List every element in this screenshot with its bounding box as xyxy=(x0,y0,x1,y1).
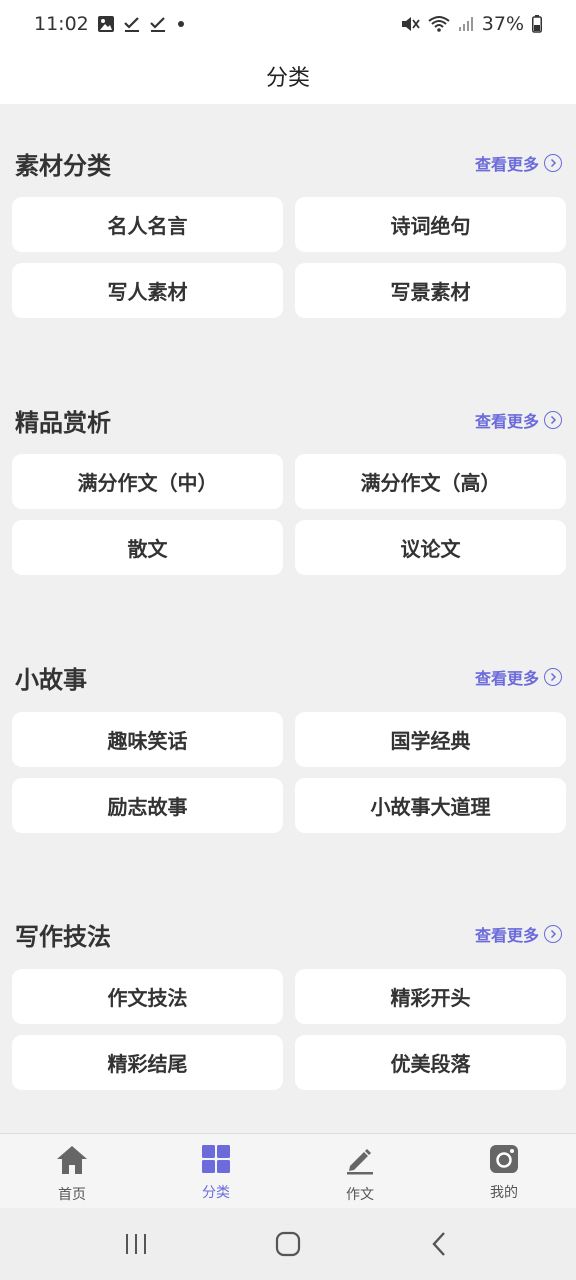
pen-icon xyxy=(344,1144,376,1180)
tab-label: 作文 xyxy=(346,1187,374,1203)
status-time: 11:02 xyxy=(34,13,89,35)
status-left: 11:02 xyxy=(34,13,187,35)
tab-label: 首页 xyxy=(58,1187,86,1203)
section-header: 写作技法 查看更多 xyxy=(0,914,576,954)
recent-apps-button[interactable] xyxy=(116,1224,156,1264)
section-title: 素材分类 xyxy=(15,151,111,180)
category-tile[interactable]: 满分作文（中） xyxy=(12,454,283,509)
category-tile[interactable]: 作文技法 xyxy=(12,969,283,1024)
home-icon xyxy=(55,1144,89,1180)
view-more-label: 查看更多 xyxy=(474,412,539,431)
tab-label: 分类 xyxy=(202,1185,230,1201)
status-bar: 11:02 37% xyxy=(0,0,576,48)
view-more-label: 查看更多 xyxy=(474,926,539,945)
category-tile[interactable]: 议论文 xyxy=(295,520,566,575)
signal-icon xyxy=(458,16,474,32)
tab-essay[interactable]: 作文 xyxy=(288,1134,432,1208)
category-tile[interactable]: 写景素材 xyxy=(295,263,566,318)
mute-icon xyxy=(400,15,420,33)
image-icon xyxy=(97,15,115,33)
section-title: 精品赏析 xyxy=(15,408,111,437)
check-icon xyxy=(123,15,141,33)
tab-label: 我的 xyxy=(490,1185,518,1201)
wifi-icon xyxy=(428,15,450,33)
view-more-link[interactable]: 查看更多 xyxy=(475,922,562,946)
chevron-right-icon xyxy=(544,925,562,943)
category-tile[interactable]: 精彩结尾 xyxy=(12,1035,283,1090)
chevron-right-icon xyxy=(544,668,562,686)
dot-icon xyxy=(175,18,187,30)
view-more-label: 查看更多 xyxy=(474,669,539,688)
view-more-link[interactable]: 查看更多 xyxy=(475,151,562,175)
category-tile[interactable]: 小故事大道理 xyxy=(295,778,566,833)
section-header: 素材分类 查看更多 xyxy=(0,143,576,183)
category-tile[interactable]: 写人素材 xyxy=(12,263,283,318)
category-tile[interactable]: 散文 xyxy=(12,520,283,575)
category-tile[interactable]: 诗词绝句 xyxy=(295,197,566,252)
category-tile[interactable]: 励志故事 xyxy=(12,778,283,833)
grid-icon xyxy=(201,1144,231,1178)
section-header: 小故事 查看更多 xyxy=(0,657,576,697)
tab-category[interactable]: 分类 xyxy=(144,1134,288,1208)
status-right: 37% xyxy=(400,13,542,35)
category-tile[interactable]: 趣味笑话 xyxy=(12,712,283,767)
category-tile[interactable]: 优美段落 xyxy=(295,1035,566,1090)
page-title: 分类 xyxy=(265,66,310,91)
system-nav-bar xyxy=(0,1208,576,1280)
category-tile[interactable]: 国学经典 xyxy=(295,712,566,767)
tab-profile[interactable]: 我的 xyxy=(432,1134,576,1208)
view-more-link[interactable]: 查看更多 xyxy=(475,408,562,432)
back-button[interactable] xyxy=(420,1224,460,1264)
chevron-right-icon xyxy=(544,154,562,172)
battery-percent: 37% xyxy=(481,13,524,35)
section-title: 小故事 xyxy=(15,665,87,694)
tab-home[interactable]: 首页 xyxy=(0,1134,144,1208)
camera-icon xyxy=(489,1144,519,1178)
category-tile[interactable]: 精彩开头 xyxy=(295,969,566,1024)
category-tile[interactable]: 名人名言 xyxy=(12,197,283,252)
section-header: 精品赏析 查看更多 xyxy=(0,400,576,440)
chevron-right-icon xyxy=(544,411,562,429)
battery-icon xyxy=(532,15,542,33)
section-title: 写作技法 xyxy=(15,922,111,951)
view-more-link[interactable]: 查看更多 xyxy=(475,665,562,689)
bottom-tab-bar: 首页 分类 作文 我的 xyxy=(0,1133,576,1208)
view-more-label: 查看更多 xyxy=(474,155,539,174)
category-tile[interactable]: 满分作文（高） xyxy=(295,454,566,509)
home-button[interactable] xyxy=(268,1224,308,1264)
check-icon xyxy=(149,15,167,33)
app-header: 分类 xyxy=(0,48,576,104)
